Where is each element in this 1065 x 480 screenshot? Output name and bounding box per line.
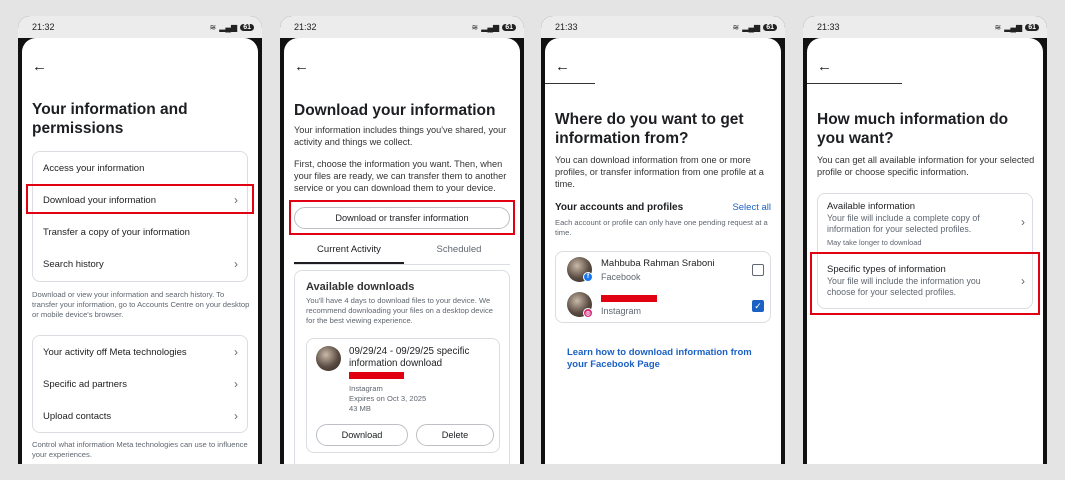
select-all-link[interactable]: Select all [732, 202, 771, 214]
menu-item-activity-off-meta[interactable]: Your activity off Meta technologies › [33, 336, 247, 368]
wifi-icon: ≋ [994, 22, 1002, 32]
battery-icon: 61 [763, 23, 777, 31]
tab-divider [294, 264, 510, 265]
downloads-title: Available downloads [306, 281, 415, 293]
instagram-icon: ◎ [583, 308, 593, 318]
account-name: Mahbuba Rahman Sraboni [601, 258, 715, 269]
wifi-icon: ≋ [732, 22, 740, 32]
file-title: 09/29/24 - 09/29/25 specific information… [349, 346, 470, 369]
signal-icon: ▂▄▆ [481, 22, 500, 32]
highlight-box [810, 252, 1040, 315]
signal-icon: ▂▄▆ [1004, 22, 1023, 32]
account-platform: Facebook [601, 272, 641, 282]
phone-screen-2: 21:32 ≋ ▂▄▆ 61 ← Download your information… [280, 16, 524, 464]
wifi-icon: ≋ [471, 22, 479, 32]
status-time: 21:32 [294, 22, 317, 32]
chevron-right-icon: › [234, 409, 238, 423]
status-time: 21:33 [555, 22, 578, 32]
meta-tech-card: Your activity off Meta technologies › Spe… [32, 335, 248, 433]
facebook-page-help-link[interactable]: Learn how to download information from y… [567, 347, 773, 371]
page-title: How much information do you want? [817, 111, 1009, 147]
account-checkbox[interactable]: ✓ [752, 300, 764, 312]
option-title: Available information [827, 201, 916, 212]
file-expiry: Expires on Oct 3, 2025 [349, 394, 427, 403]
highlight-box [289, 200, 515, 235]
back-arrow-icon[interactable]: ← [294, 58, 309, 75]
menu-item-ad-partners[interactable]: Specific ad partners › [33, 368, 247, 400]
account-platform: Instagram [601, 306, 642, 316]
back-arrow-icon[interactable]: ← [32, 58, 47, 75]
download-button[interactable]: Download [316, 424, 408, 446]
highlight-box [26, 184, 254, 214]
status-bar: 21:33 ≋ ▂▄▆ 61 [541, 16, 785, 38]
back-arrow-icon[interactable]: ← [817, 58, 832, 75]
menu-item-access[interactable]: Access your information [33, 152, 247, 184]
option-description: Your file will include a complete copy o… [827, 213, 980, 234]
status-time: 21:33 [817, 22, 840, 32]
status-bar: 21:32 ≋ ▂▄▆ 61 [280, 16, 524, 38]
status-bar: 21:33 ≋ ▂▄▆ 61 [803, 16, 1047, 38]
status-time: 21:32 [32, 22, 55, 32]
avatar [316, 346, 341, 371]
status-bar: 21:32 ≋ ▂▄▆ 61 [18, 16, 262, 38]
header-divider [545, 83, 595, 84]
file-source: Instagram [349, 384, 383, 393]
menu-item-transfer[interactable]: Transfer a copy of your information [33, 216, 247, 248]
chevron-right-icon: › [234, 345, 238, 359]
delete-button[interactable]: Delete [416, 424, 494, 446]
phone-screen-1: 21:32 ≋ ▂▄▆ 61 ← Your information and perm… [18, 16, 262, 464]
redaction-bar [601, 295, 657, 302]
battery-icon: 61 [502, 23, 516, 31]
chevron-right-icon: › [234, 377, 238, 391]
option-available[interactable]: Available information Your file will inc… [817, 193, 1033, 253]
info-note: Download or view your information and se… [32, 290, 250, 319]
tab-scheduled[interactable]: Scheduled [404, 244, 514, 255]
instructions-text: First, choose the information you want. … [294, 159, 507, 193]
signal-icon: ▂▄▆ [219, 22, 238, 32]
battery-icon: 61 [1025, 23, 1039, 31]
phone-screen-4: 21:33 ≋ ▂▄▆ 61 ← How much information do y… [803, 16, 1047, 464]
back-arrow-icon[interactable]: ← [555, 58, 570, 75]
redaction-bar [349, 372, 404, 379]
description-text: You can get all available information fo… [817, 155, 1035, 177]
account-checkbox[interactable] [752, 264, 764, 276]
page-title: Download your information [294, 102, 496, 119]
chevron-right-icon: › [1021, 215, 1025, 229]
header-divider [807, 83, 902, 84]
menu-item-upload-contacts[interactable]: Upload contacts › [33, 400, 247, 432]
control-note: Control what information Meta technologi… [32, 440, 248, 459]
signal-icon: ▂▄▆ [742, 22, 761, 32]
wifi-icon: ≋ [209, 22, 217, 32]
page-title: Where do you want to get information fro… [555, 111, 744, 147]
chevron-right-icon: › [234, 257, 238, 271]
menu-item-search-history[interactable]: Search history › [33, 248, 247, 280]
page-title: Your information and permissions [32, 101, 188, 137]
facebook-icon: f [583, 272, 593, 282]
option-note: May take longer to download [827, 238, 922, 247]
tab-current-activity[interactable]: Current Activity [294, 244, 404, 255]
intro-text: Your information includes things you've … [294, 125, 507, 147]
downloads-description: You'll have 4 days to download files to … [306, 296, 493, 325]
info-menu-card: Access your information Download your in… [32, 151, 248, 282]
battery-icon: 61 [240, 23, 254, 31]
description-text: You can download information from one or… [555, 155, 764, 189]
phone-screen-3: 21:33 ≋ ▂▄▆ 61 ← Where do you want to get … [541, 16, 785, 464]
file-size: 43 MB [349, 404, 371, 413]
section-note: Each account or profile can only have on… [555, 218, 768, 237]
